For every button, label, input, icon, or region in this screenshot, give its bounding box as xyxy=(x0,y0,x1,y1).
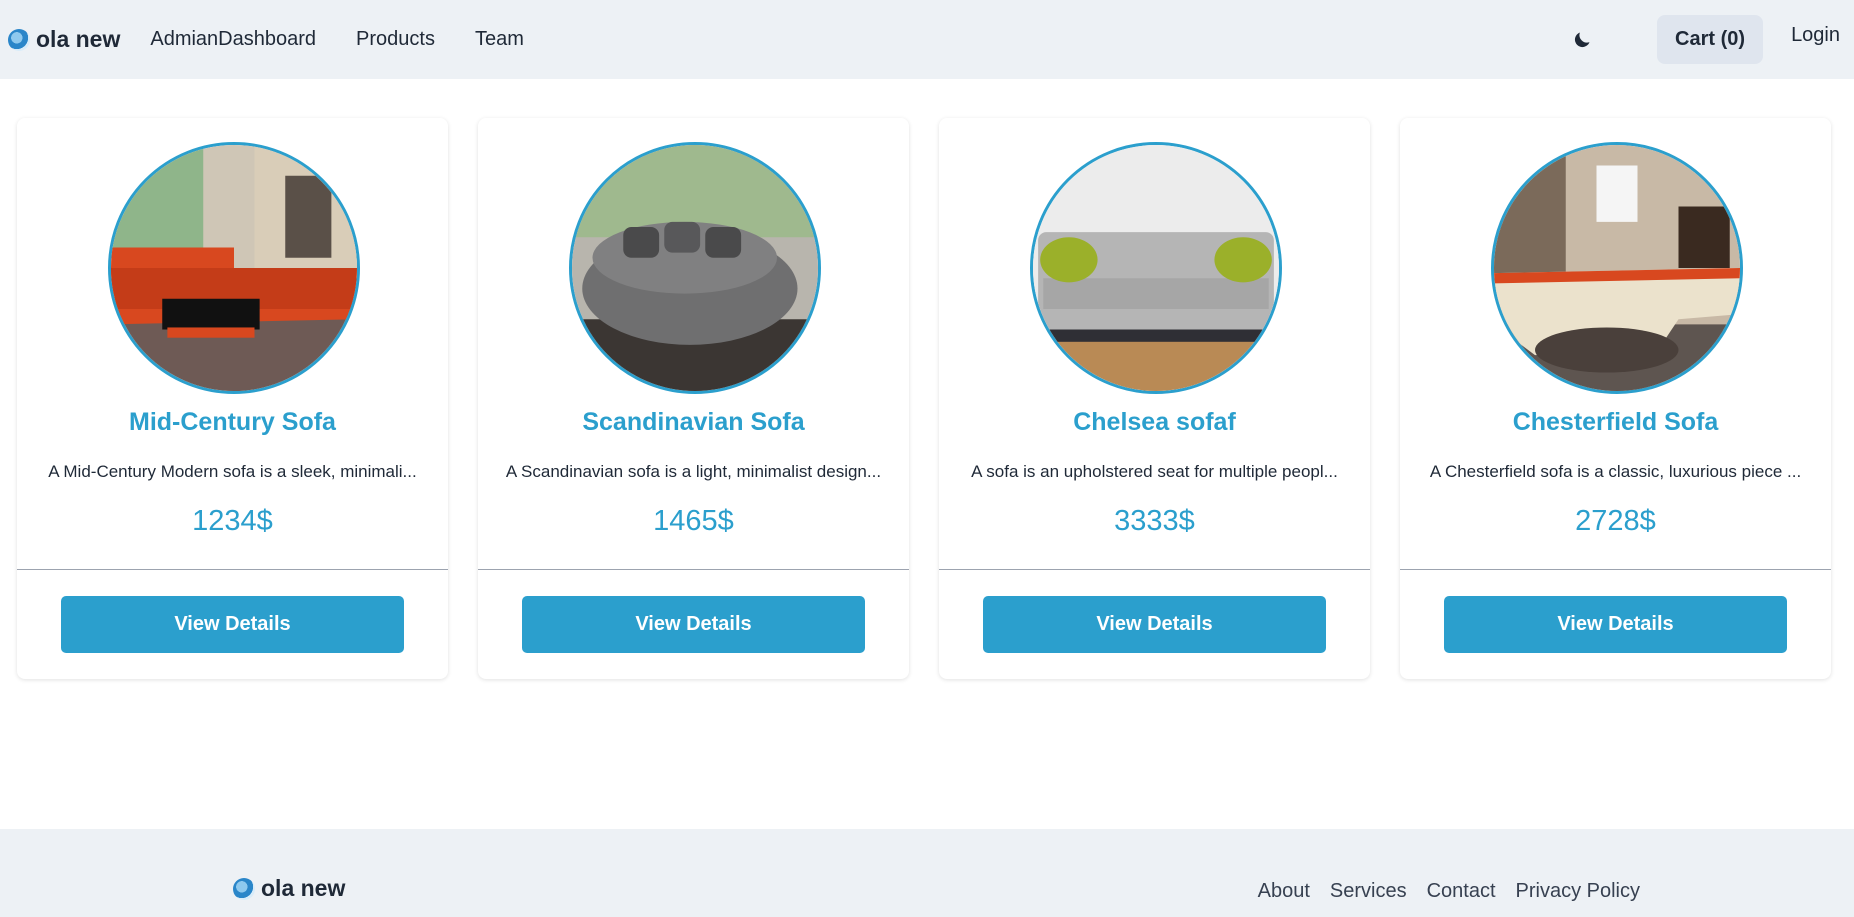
footer-links: About Services Contact Privacy Policy xyxy=(1258,880,1640,903)
product-image xyxy=(108,142,360,394)
product-description: A Chesterfield sofa is a classic, luxuri… xyxy=(1429,462,1802,481)
nav-link-admin-dashboard[interactable]: AdmianDashboard xyxy=(150,28,316,51)
footer: ola new About Services Contact Privacy P… xyxy=(0,829,1854,917)
login-link[interactable]: Login xyxy=(1791,24,1840,47)
footer-link-about[interactable]: About xyxy=(1258,880,1310,903)
card-divider xyxy=(1400,569,1831,570)
footer-link-privacy-policy[interactable]: Privacy Policy xyxy=(1516,880,1640,903)
product-title[interactable]: Scandinavian Sofa xyxy=(478,408,909,437)
card-divider xyxy=(17,569,448,570)
card-divider xyxy=(478,569,909,570)
product-card: Scandinavian Sofa A Scandinavian sofa is… xyxy=(478,118,909,679)
product-card: Chelsea sofaf A sofa is an upholstered s… xyxy=(939,118,1370,679)
product-description: A Mid-Century Modern sofa is a sleek, mi… xyxy=(48,462,417,481)
navbar: ola new AdmianDashboard Products Team Ca… xyxy=(0,0,1854,79)
view-details-button[interactable]: View Details xyxy=(1444,596,1787,653)
moon-icon[interactable] xyxy=(1569,27,1595,53)
globe-logo-icon xyxy=(8,28,30,51)
brand[interactable]: ola new xyxy=(8,26,120,53)
product-card: Chesterfield Sofa A Chesterfield sofa is… xyxy=(1400,118,1831,679)
brand-name: ola new xyxy=(36,26,121,52)
view-details-button[interactable]: View Details xyxy=(61,596,404,653)
globe-logo-icon xyxy=(233,877,255,900)
product-title[interactable]: Mid-Century Sofa xyxy=(17,408,448,437)
card-divider xyxy=(939,569,1370,570)
product-price: 1234$ xyxy=(192,505,273,537)
product-price: 1465$ xyxy=(653,505,734,537)
product-image xyxy=(1030,142,1282,394)
product-price: 3333$ xyxy=(1114,505,1195,537)
footer-brand[interactable]: ola new xyxy=(233,875,345,902)
view-details-button[interactable]: View Details xyxy=(522,596,865,653)
product-image xyxy=(569,142,821,394)
product-image xyxy=(1491,142,1743,394)
product-price: 2728$ xyxy=(1575,505,1656,537)
product-description: A sofa is an upholstered seat for multip… xyxy=(971,462,1338,481)
product-title[interactable]: Chelsea sofaf xyxy=(939,408,1370,437)
footer-link-contact[interactable]: Contact xyxy=(1427,880,1496,903)
nav-right: Cart (0) Login xyxy=(1569,0,1854,79)
nav-link-team[interactable]: Team xyxy=(475,28,524,51)
footer-brand-name: ola new xyxy=(261,875,346,901)
product-grid: Mid-Century Sofa A Mid-Century Modern so… xyxy=(17,118,1831,679)
nav-link-products[interactable]: Products xyxy=(356,28,435,51)
nav-links: AdmianDashboard Products Team xyxy=(150,28,524,51)
footer-link-services[interactable]: Services xyxy=(1330,880,1407,903)
product-description: A Scandinavian sofa is a light, minimali… xyxy=(505,462,882,481)
view-details-button[interactable]: View Details xyxy=(983,596,1326,653)
cart-button[interactable]: Cart (0) xyxy=(1657,15,1764,64)
product-card: Mid-Century Sofa A Mid-Century Modern so… xyxy=(17,118,448,679)
product-title[interactable]: Chesterfield Sofa xyxy=(1400,408,1831,437)
